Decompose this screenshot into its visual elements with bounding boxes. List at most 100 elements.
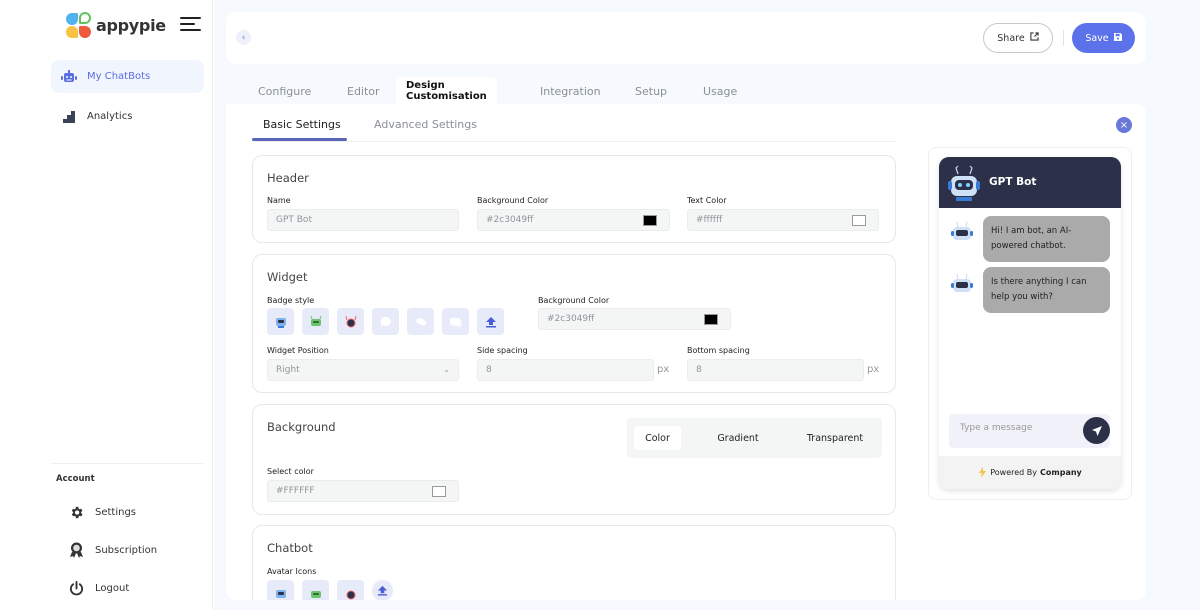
side-spacing-value: 8 [486, 365, 492, 375]
sidebar-item-label: Logout [95, 582, 130, 594]
header-bg-color-input[interactable]: #2c3049ff [477, 209, 670, 231]
widget-bg-color-input[interactable]: #2c3049ff [538, 308, 731, 330]
widget-position-label: Widget Position [267, 346, 329, 355]
text-color-label: Text Color [687, 196, 727, 205]
robot-blue-icon[interactable] [267, 308, 294, 335]
bot-message-avatar-icon [951, 221, 973, 240]
bot-name-input[interactable]: GPT Bot [267, 209, 459, 231]
section-title: Header [267, 171, 309, 185]
header-bg-color-value: #2c3049ff [486, 215, 534, 225]
chat-footer: Powered By Company [939, 456, 1121, 489]
floppy-disk-icon [1113, 32, 1122, 44]
chevron-down-icon: ⌄ [443, 365, 450, 374]
px-unit: px [867, 364, 880, 375]
px-unit: px [657, 364, 670, 375]
sidebar-item-label: Analytics [87, 111, 133, 122]
color-swatch[interactable] [704, 314, 718, 325]
tab-usage[interactable]: Usage [703, 77, 737, 105]
avatar-icons-label: Avatar Icons [267, 567, 317, 576]
tab-design-customisation[interactable]: Design Customisation [396, 77, 497, 105]
bg-option-color[interactable]: Color [634, 426, 681, 450]
section-title: Background [267, 420, 336, 434]
topbar-separator [1063, 30, 1064, 46]
save-button[interactable]: Save [1072, 23, 1135, 53]
upload-icon[interactable] [372, 580, 393, 601]
robot-green-icon[interactable] [302, 308, 329, 335]
bot-message: Is there anything I can help you with? [983, 267, 1110, 313]
menu-toggle-icon[interactable] [180, 17, 201, 32]
power-icon [68, 580, 84, 596]
company-name: Company [1040, 468, 1082, 477]
header-text-color-input[interactable]: #ffffff [687, 209, 879, 231]
close-icon: × [1119, 119, 1129, 131]
widget-position-select[interactable]: Right ⌄ [267, 359, 459, 381]
brand-name: appypie [96, 15, 166, 35]
side-spacing-input[interactable]: 8 [477, 359, 654, 381]
tab-setup[interactable]: Setup [635, 77, 667, 105]
chat-input-placeholder: Type a message [960, 423, 1033, 433]
robot-red-icon[interactable] [337, 308, 364, 335]
powered-by-label: Powered By [990, 468, 1038, 477]
sidebar-item-my-chatbots[interactable]: My ChatBots [51, 60, 204, 93]
lightning-icon [979, 467, 987, 478]
robot-icon [61, 69, 77, 85]
bg-option-transparent[interactable]: Transparent [799, 426, 871, 450]
chatbot-settings-card: Chatbot Avatar Icons [252, 525, 896, 610]
widget-settings-card: Widget Badge style Background Color #2c3… [252, 254, 896, 393]
sidebar-item-label: My ChatBots [87, 71, 151, 82]
bot-message: Hi! I am bot, an AI-powered chatbot. [983, 216, 1110, 262]
tab-configure[interactable]: Configure [258, 77, 311, 105]
side-spacing-label: Side spacing [477, 346, 528, 355]
bot-message-avatar-icon [951, 273, 973, 292]
header-settings-card: Header Name GPT Bot Background Color #2c… [252, 155, 896, 243]
header-bg-color-label: Background Color [477, 196, 549, 205]
chat-dots-icon[interactable] [442, 308, 469, 335]
bot-avatar-icon [948, 165, 980, 201]
section-title: Widget [267, 270, 308, 284]
sidebar-item-subscription[interactable]: Subscription [68, 542, 157, 558]
color-swatch[interactable] [643, 215, 657, 226]
badge-icon [68, 542, 84, 558]
tab-integration[interactable]: Integration [540, 77, 601, 105]
chat-bot-name: GPT Bot [989, 176, 1037, 188]
upload-icon[interactable] [477, 308, 504, 335]
bottom-spacing-input[interactable]: 8 [687, 359, 864, 381]
paper-plane-icon [1091, 425, 1102, 436]
background-color-input[interactable]: #FFFFFF [267, 480, 459, 502]
color-swatch[interactable] [432, 486, 446, 497]
bottom-spacing-value: 8 [696, 365, 702, 375]
bot-name-value: GPT Bot [276, 215, 312, 225]
back-button[interactable]: ‹ [236, 30, 251, 45]
external-link-icon [1030, 32, 1039, 44]
widget-bg-color-value: #2c3049ff [547, 314, 595, 324]
close-preview-button[interactable]: × [1116, 117, 1132, 133]
chat-preview-widget: GPT Bot Hi! I am bot, an AI-powered chat… [939, 157, 1121, 489]
bg-option-gradient[interactable]: Gradient [707, 426, 769, 450]
sidebar-item-label: Settings [95, 506, 137, 518]
settings-subtabs: Basic Settings Advanced Settings [252, 116, 896, 142]
sidebar-item-logout[interactable]: Logout [68, 580, 129, 596]
section-title: Chatbot [267, 541, 313, 555]
color-swatch[interactable] [852, 215, 866, 226]
widget-position-value: Right [276, 365, 300, 375]
sidebar-item-settings[interactable]: Settings [68, 504, 136, 520]
appypie-logo-icon [66, 12, 92, 38]
sidebar-divider [51, 463, 204, 464]
account-heading: Account [56, 474, 95, 484]
chat-bubble-icon[interactable] [372, 308, 399, 335]
background-color-value: #FFFFFF [276, 486, 315, 496]
subtab-advanced-settings[interactable]: Advanced Settings [374, 118, 477, 142]
sidebar-item-analytics[interactable]: Analytics [51, 100, 204, 133]
logo[interactable]: appypie [66, 12, 166, 38]
header-text-color-value: #ffffff [696, 215, 723, 225]
select-color-label: Select color [267, 467, 314, 476]
name-label: Name [267, 196, 291, 205]
send-button[interactable] [1083, 417, 1110, 444]
share-button[interactable]: Share [983, 23, 1053, 53]
sidebar: appypie My ChatBots Analytics Account Se… [0, 0, 213, 610]
gear-icon [68, 504, 84, 520]
bar-chart-icon [61, 109, 77, 125]
bottom-spacing-label: Bottom spacing [687, 346, 750, 355]
tab-editor[interactable]: Editor [347, 77, 380, 105]
chat-bubbles-icon[interactable] [407, 308, 434, 335]
